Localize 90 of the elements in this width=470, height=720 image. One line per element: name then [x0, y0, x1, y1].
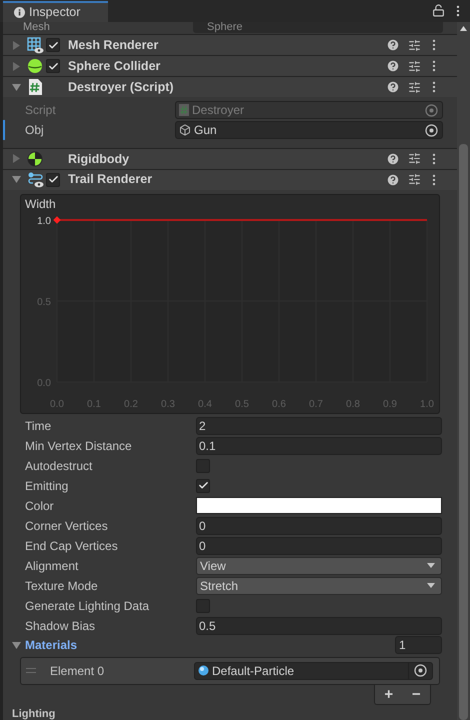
property-label: Time: [24, 418, 52, 435]
checkered-ball-icon: [27, 150, 43, 167]
section-title[interactable]: Lighting: [12, 709, 56, 720]
y-tick-label: 1.0: [37, 216, 51, 227]
field-label: Obj: [24, 122, 45, 140]
component-header[interactable]: Sphere Collider: [3, 55, 457, 76]
component-title: Destroyer (Script): [68, 78, 174, 96]
preset-icon[interactable]: [408, 60, 421, 73]
component-title: Mesh Renderer: [68, 36, 158, 54]
checkbox[interactable]: [46, 38, 60, 52]
property-label: Alignment: [24, 558, 80, 575]
dropdown-arrow-icon: [427, 563, 435, 568]
dropdown[interactable]: View: [196, 556, 442, 575]
trail-eye-icon: [26, 171, 44, 188]
cube-icon: [179, 124, 191, 136]
check-icon: [48, 40, 58, 51]
checkbox[interactable]: [46, 172, 60, 187]
scrollbar[interactable]: [457, 22, 470, 720]
drag-handle-icon[interactable]: [26, 668, 36, 674]
component-header[interactable]: Destroyer (Script): [3, 76, 457, 98]
dropdown-arrow-icon: [427, 583, 435, 588]
property-label: Min Vertex Distance: [24, 438, 133, 455]
preset-icon[interactable]: [408, 173, 421, 186]
check-icon: [48, 60, 58, 72]
script-file-icon: [179, 104, 189, 116]
property-label: Autodestruct: [24, 458, 94, 475]
check-icon: [48, 174, 58, 186]
preset-icon[interactable]: [408, 152, 421, 166]
property-label: Shadow Bias: [24, 618, 96, 635]
property-label: Generate Lighting Data: [24, 598, 150, 615]
help-icon[interactable]: [386, 172, 400, 187]
field-value: Default-Particle: [212, 662, 296, 680]
number-field[interactable]: 0.1: [196, 436, 442, 455]
add-button[interactable]: +: [384, 686, 394, 702]
inspector-tab[interactable]: Inspector: [3, 1, 108, 22]
scroll-thumb[interactable]: [459, 144, 468, 720]
number-field[interactable]: 2: [196, 416, 442, 435]
lock-icon[interactable]: [432, 4, 445, 17]
collapse-arrow-icon[interactable]: [12, 640, 21, 650]
help-icon[interactable]: [386, 80, 400, 94]
help-icon[interactable]: [386, 152, 400, 166]
number-field[interactable]: 0: [196, 536, 442, 555]
checkbox[interactable]: [196, 598, 210, 613]
checkbox[interactable]: [46, 59, 60, 74]
curve-key[interactable]: [53, 216, 61, 224]
component-header[interactable]: Mesh Renderer: [3, 34, 457, 56]
tab-title: Inspector: [29, 4, 80, 22]
dropdown[interactable]: Stretch: [196, 576, 442, 595]
property-label: End Cap Vertices: [24, 538, 119, 555]
component-header[interactable]: Rigidbody: [3, 148, 457, 169]
checkbox[interactable]: [196, 478, 210, 493]
grid-eye-icon: [26, 36, 44, 54]
field-value: Gun: [194, 122, 218, 140]
object-field[interactable]: Gun: [175, 121, 443, 140]
target-icon[interactable]: [414, 664, 427, 678]
target-icon[interactable]: [425, 124, 438, 137]
field-label: Script: [24, 102, 57, 120]
component-title: Sphere Collider: [68, 58, 160, 75]
preset-icon[interactable]: [408, 38, 421, 52]
check-icon: [198, 480, 208, 492]
size-field[interactable]: 1: [395, 636, 442, 654]
info-icon: [14, 7, 25, 18]
scroll-up-icon[interactable]: [460, 26, 467, 31]
preset-icon[interactable]: [408, 80, 421, 94]
section-title[interactable]: Materials: [25, 636, 78, 654]
field-label: Mesh: [22, 22, 51, 34]
sphere-icon: [27, 58, 43, 74]
help-icon[interactable]: [386, 38, 400, 52]
remove-button[interactable]: −: [412, 686, 421, 702]
component-header[interactable]: Trail Renderer: [3, 168, 457, 190]
component-title: Trail Renderer: [68, 171, 152, 188]
property-label: Emitting: [24, 478, 70, 495]
number-field[interactable]: 0: [196, 516, 442, 535]
component-title: Rigidbody: [68, 150, 130, 168]
curve-title: Width: [24, 196, 57, 213]
checkbox[interactable]: [196, 458, 210, 473]
script-file-icon: [28, 79, 42, 96]
collapse-arrow-icon[interactable]: [12, 175, 21, 184]
field-value: Destroyer: [192, 102, 246, 120]
property-label: Color: [24, 498, 55, 515]
help-icon[interactable]: [386, 59, 400, 74]
property-label: Texture Mode: [24, 578, 99, 595]
color-swatch[interactable]: [196, 497, 442, 514]
sphere-icon: [198, 665, 209, 676]
element-label: Element 0: [50, 662, 106, 680]
number-field[interactable]: 0.5: [196, 616, 442, 635]
object-field[interactable]: Sphere: [193, 22, 443, 34]
property-label: Corner Vertices: [24, 518, 109, 535]
collapse-arrow-icon[interactable]: [12, 82, 21, 92]
material-field[interactable]: Default-Particle: [194, 662, 433, 680]
